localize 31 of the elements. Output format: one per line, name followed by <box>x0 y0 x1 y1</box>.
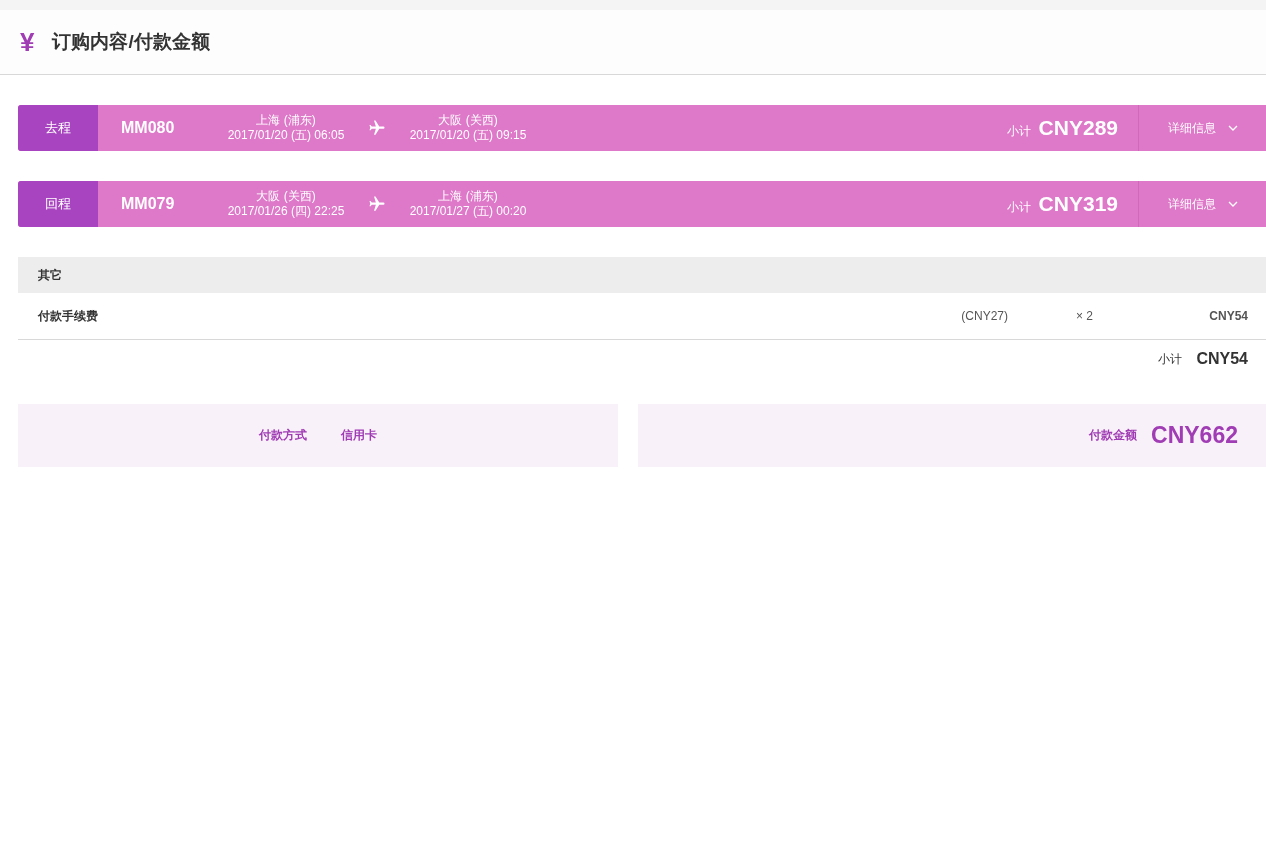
subtotal-label: 小计 <box>1006 122 1031 140</box>
payment-method: 信用卡 <box>341 427 377 444</box>
total-label: 付款金额 <box>1089 427 1138 444</box>
subtotal-amount: CNY54 <box>1196 350 1248 368</box>
yen-icon: ¥ <box>20 26 35 58</box>
subtotal-label: 小计 <box>1158 350 1183 368</box>
direction-label: 去程 <box>18 105 98 151</box>
fee-name: 付款手续费 <box>38 307 99 325</box>
unit-price: (CNY27) <box>960 309 1008 323</box>
arrival-info: 上海 (浦东) 2017/01/27 (五) 00:20 <box>408 189 528 219</box>
quantity: × 2 <box>1075 309 1093 323</box>
departure-info: 上海 (浦东) 2017/01/20 (五) 06:05 <box>226 113 346 143</box>
chevron-icon <box>1227 200 1238 208</box>
details-button[interactable]: 详细信息 <box>1138 181 1266 227</box>
chevron-icon <box>1227 124 1238 132</box>
payment-method-label: 付款方式 <box>259 427 307 444</box>
subtotal-amount: CNY289 <box>1038 116 1118 140</box>
subtotal-label: 小计 <box>1006 198 1031 216</box>
direction-label: 回程 <box>18 181 98 227</box>
airplane-icon <box>368 195 386 213</box>
arrival-info: 大阪 (关西) 2017/01/20 (五) 09:15 <box>408 113 528 143</box>
details-button[interactable]: 详细信息 <box>1138 105 1266 151</box>
total-amount: CNY662 <box>1151 422 1238 449</box>
fee-amount: CNY54 <box>1208 309 1248 323</box>
subtotal-amount: CNY319 <box>1038 192 1118 216</box>
section-header: 其它 <box>18 257 1266 293</box>
airplane-icon <box>368 119 386 137</box>
flight-number: MM080 <box>121 119 176 137</box>
flight-number: MM079 <box>121 195 176 213</box>
page-title: 订购内容/付款金额 <box>52 30 210 54</box>
departure-info: 大阪 (关西) 2017/01/26 (四) 22:25 <box>226 189 346 219</box>
